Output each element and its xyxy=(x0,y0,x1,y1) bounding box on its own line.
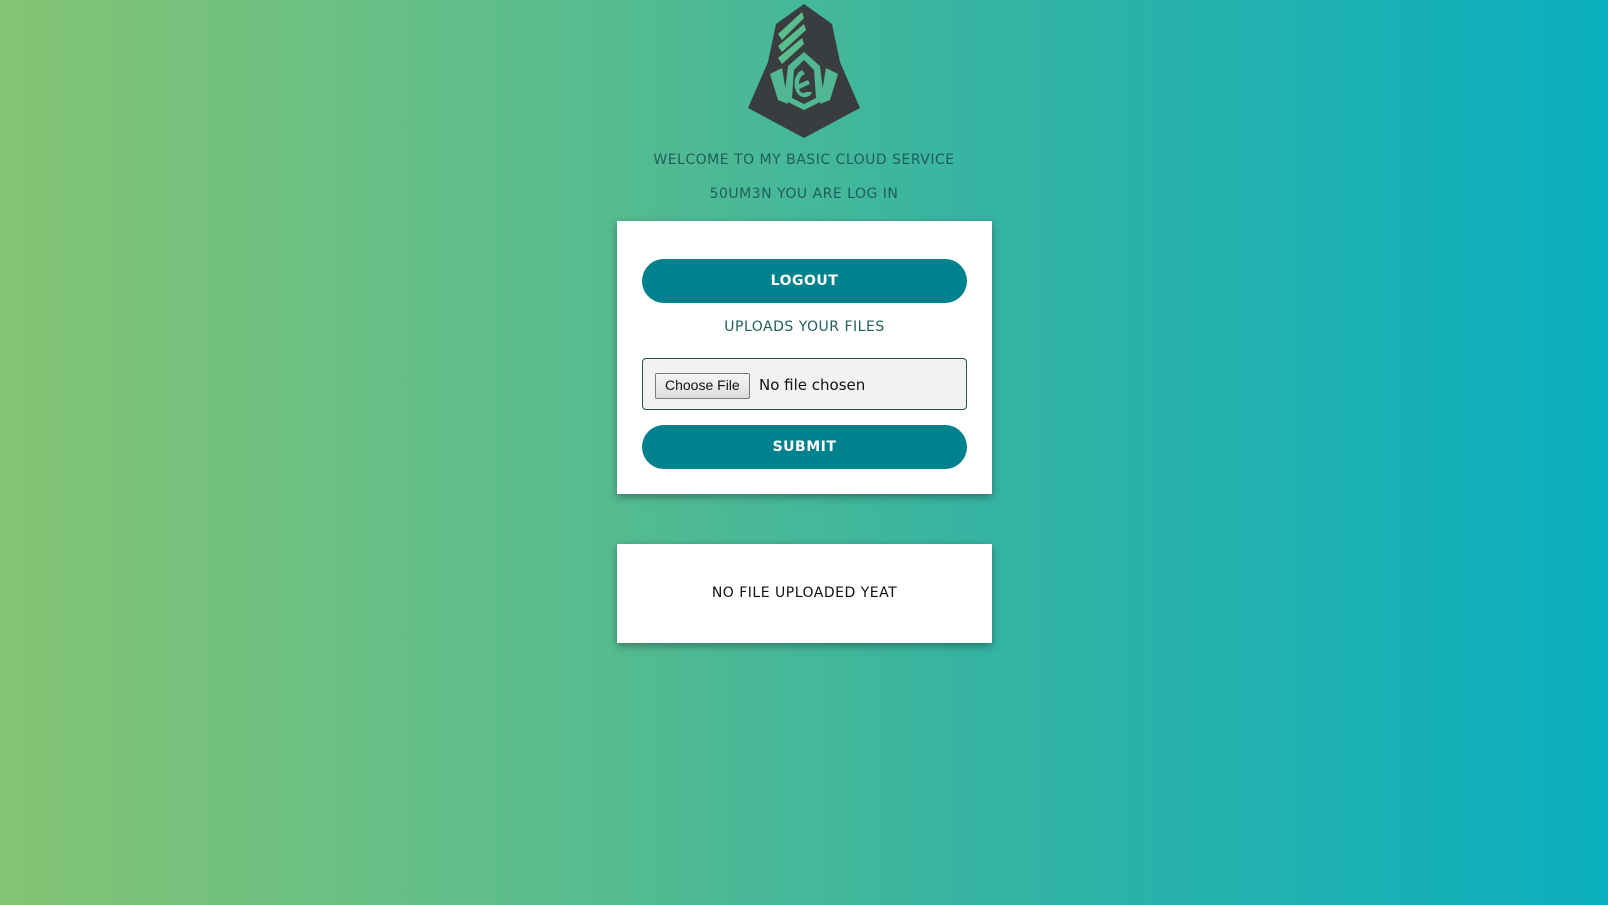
choose-file-button[interactable]: Choose File xyxy=(655,373,750,399)
hooded-figure-logo xyxy=(748,4,860,138)
no-files-message: NO FILE UPLOADED YEAT xyxy=(711,585,898,601)
login-status-text: 50UM3N YOU ARE LOG IN xyxy=(709,186,899,202)
welcome-heading: WELCOME TO MY BASIC CLOUD SERVICE xyxy=(653,152,955,168)
uploaded-files-card: NO FILE UPLOADED YEAT xyxy=(617,544,992,643)
logout-button[interactable]: LOGOUT xyxy=(642,259,967,303)
upload-title: UPLOADS YOUR FILES xyxy=(724,319,885,335)
file-input[interactable]: Choose File No file chosen xyxy=(642,358,967,410)
submit-button[interactable]: SUBMIT xyxy=(642,425,967,469)
hooded-figure-icon xyxy=(748,4,860,138)
upload-card: LOGOUT UPLOADS YOUR FILES Choose File No… xyxy=(617,221,992,494)
file-status-text: No file chosen xyxy=(759,376,866,394)
